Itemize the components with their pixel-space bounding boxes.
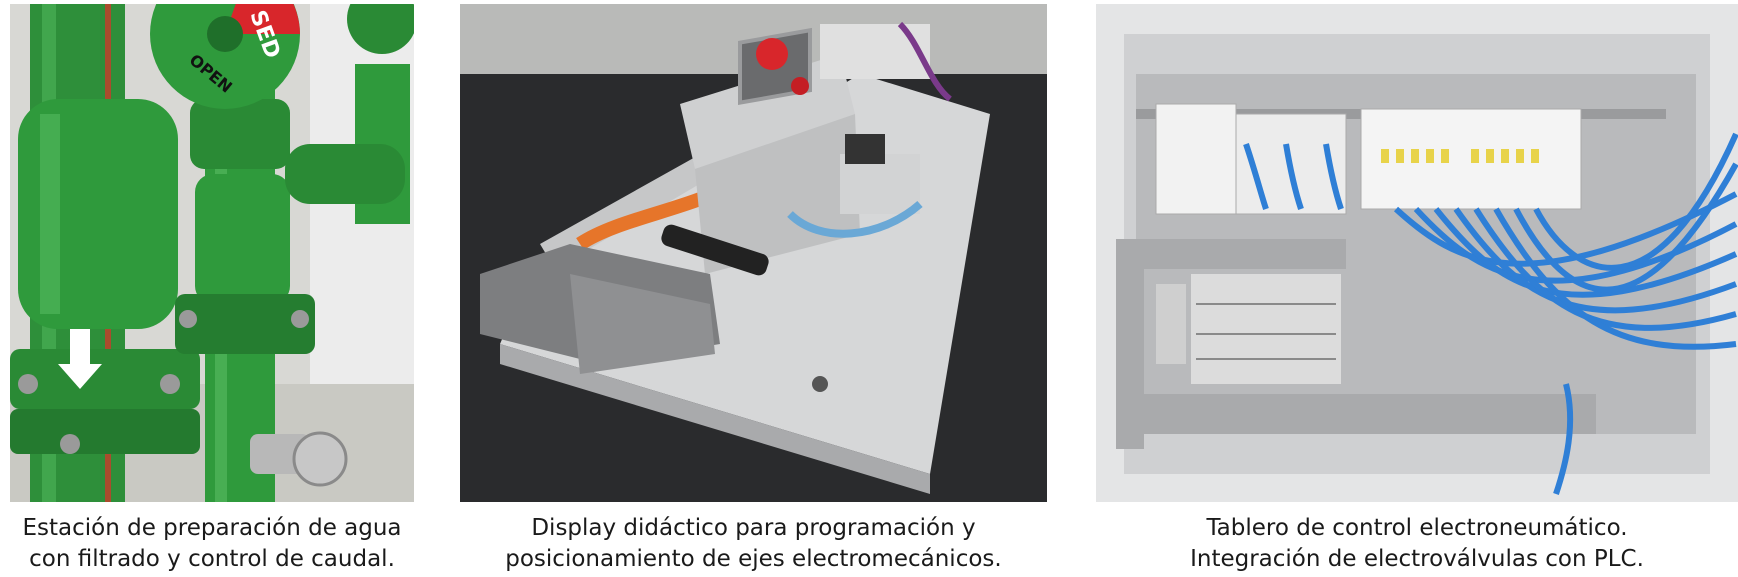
electropneumatic-board-photo: [1096, 4, 1738, 502]
caption-line: Tablero de control electroneumático.: [1206, 515, 1628, 541]
didactic-display-photo: [460, 4, 1047, 502]
caption-line: posicionamiento de ejes electromecánicos…: [505, 546, 1002, 572]
caption-didactic-display: Display didáctico para programación y po…: [460, 513, 1047, 575]
caption-water-station: Estación de preparación de agua con filt…: [10, 513, 414, 575]
water-station-photo: SED OPEN: [10, 4, 414, 502]
caption-line: Integración de electroválvulas con PLC.: [1190, 546, 1644, 572]
caption-line: Display didáctico para programación y: [531, 515, 976, 541]
caption-line: Estación de preparación de agua: [22, 515, 402, 541]
caption-line: con filtrado y control de caudal.: [29, 546, 395, 572]
caption-electropneumatic-board: Tablero de control electroneumático. Int…: [1096, 513, 1738, 575]
